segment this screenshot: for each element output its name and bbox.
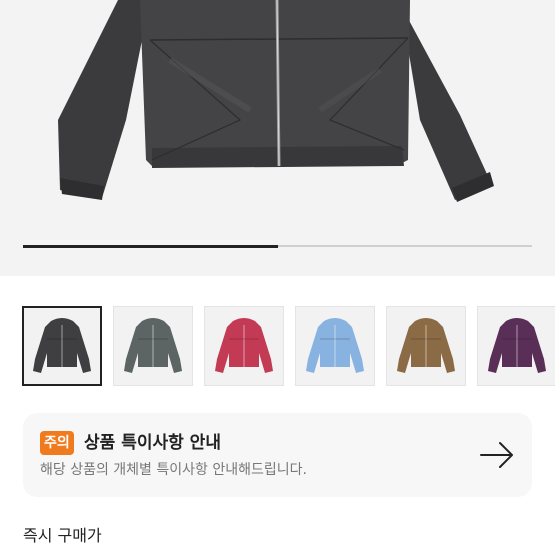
jacket-thumbnail-image <box>215 318 273 373</box>
jacket-thumbnail-image <box>124 318 182 373</box>
thumbnail-charcoal[interactable] <box>22 306 102 386</box>
thumbnail-brown[interactable] <box>386 306 466 386</box>
jacket-image <box>58 0 494 202</box>
thumbnail-sky-blue[interactable] <box>295 306 375 386</box>
thumbnail-berry-red[interactable] <box>204 306 284 386</box>
gallery-progress-fill <box>23 244 278 248</box>
caution-badge: 주의 <box>40 431 74 455</box>
notice-description: 해당 상품의 개체별 특이사항 안내해드립니다. <box>40 462 307 478</box>
instant-price-label: 즉시 구매가 <box>23 526 102 545</box>
notice-title: 상품 특이사항 안내 <box>84 433 221 453</box>
jacket-thumbnail-image <box>33 318 91 373</box>
thumbnail-strip[interactable] <box>22 306 555 386</box>
thumbnail-purple[interactable] <box>477 306 555 386</box>
jacket-thumbnail-image <box>306 318 364 373</box>
jacket-thumbnail-image <box>397 318 455 373</box>
thumbnail-gray-green[interactable] <box>113 306 193 386</box>
product-notice-card[interactable]: 주의 상품 특이사항 안내 해당 상품의 개체별 특이사항 안내해드립니다. <box>23 413 532 497</box>
arrow-right-icon[interactable] <box>479 440 515 470</box>
jacket-thumbnail-image <box>488 318 546 373</box>
product-image[interactable] <box>0 0 555 276</box>
gallery-progress <box>23 244 532 248</box>
